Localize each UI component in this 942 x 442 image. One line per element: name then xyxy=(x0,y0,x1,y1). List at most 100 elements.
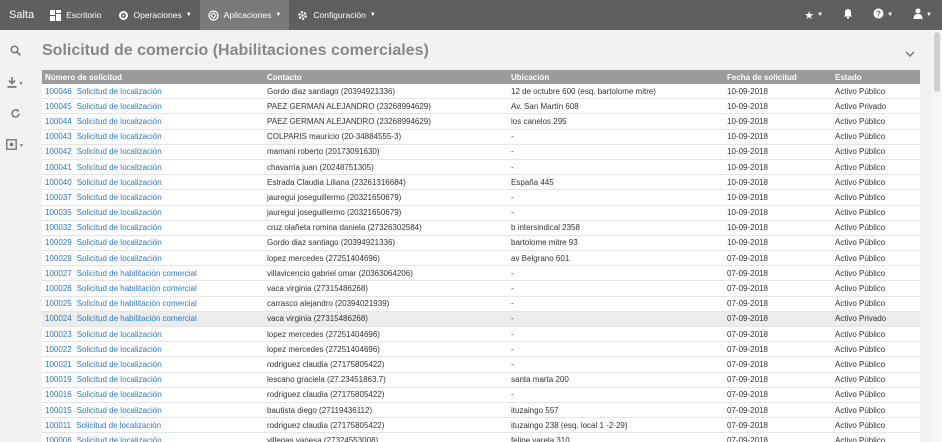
request-link[interactable]: 100022 Solicitud de localización xyxy=(42,345,264,354)
table-row[interactable]: 100045 Solicitud de localización PAEZ GERM… xyxy=(42,99,920,115)
request-type[interactable]: Solicitud de localización xyxy=(77,360,162,369)
request-link[interactable]: 100015 Solicitud de localización xyxy=(42,406,264,415)
request-link[interactable]: 100029 Solicitud de localización xyxy=(42,238,264,247)
table-row[interactable]: 100025 Solicitud de habilitación comercia… xyxy=(42,296,920,312)
request-type[interactable]: Solicitud de localización xyxy=(77,178,162,187)
request-type[interactable]: Solicitud de localización xyxy=(77,406,162,415)
request-number[interactable]: 100029 xyxy=(45,238,72,247)
table-row[interactable]: 100037 Solicitud de localización jauregui … xyxy=(42,190,920,206)
request-link[interactable]: 100025 Solicitud de habilitación comercia… xyxy=(42,299,264,308)
request-link[interactable]: 100028 Solicitud de localización xyxy=(42,254,264,263)
request-number[interactable]: 100040 xyxy=(45,178,72,187)
request-number[interactable]: 100015 xyxy=(45,406,72,415)
table-row[interactable]: 100021 Solicitud de localización rodriguez… xyxy=(42,357,920,373)
request-number[interactable]: 100041 xyxy=(45,163,72,172)
request-type[interactable]: Solicitud de localización xyxy=(77,208,162,217)
user-menu[interactable]: ▼ xyxy=(903,0,942,30)
brand-logo[interactable]: Salta xyxy=(0,9,42,21)
request-link[interactable]: 100045 Solicitud de localización xyxy=(42,102,264,111)
request-number[interactable]: 100046 xyxy=(45,87,72,96)
table-row[interactable]: 100046 Solicitud de localización Gordo dia… xyxy=(42,84,920,100)
table-row[interactable]: 100032 Solicitud de localización cruz olañ… xyxy=(42,220,920,236)
request-type[interactable]: Solicitud de localización xyxy=(77,254,162,263)
request-link[interactable]: 100042 Solicitud de localización xyxy=(42,147,264,156)
table-row[interactable]: 100043 Solicitud de localización COLPARIS … xyxy=(42,129,920,145)
table-row[interactable]: 100042 Solicitud de localización mamani ro… xyxy=(42,144,920,160)
request-number[interactable]: 100024 xyxy=(45,314,72,323)
collapse-toggle[interactable] xyxy=(904,48,916,60)
request-number[interactable]: 100025 xyxy=(45,299,72,308)
table-row[interactable]: 100027 Solicitud de habilitación comercia… xyxy=(42,266,920,282)
table-row[interactable]: 100028 Solicitud de localización lopez mer… xyxy=(42,251,920,267)
request-link[interactable]: 100046 Solicitud de localización xyxy=(42,87,264,96)
request-link[interactable]: 100021 Solicitud de localización xyxy=(42,360,264,369)
request-link[interactable]: 100041 Solicitud de localización xyxy=(42,163,264,172)
request-type[interactable]: Solicitud de localización xyxy=(77,390,162,399)
request-number[interactable]: 100019 xyxy=(45,375,72,384)
table-row[interactable]: 100035 Solicitud de localización jauregui … xyxy=(42,205,920,221)
request-link[interactable]: 100006 Solicitud de localización xyxy=(42,436,264,442)
table-row[interactable]: 100011 Solicitud de localización rodriguez… xyxy=(42,418,920,434)
nav-operaciones[interactable]: Operaciones ▼ xyxy=(110,0,200,30)
request-number[interactable]: 100032 xyxy=(45,223,72,232)
request-type[interactable]: Solicitud de localización xyxy=(77,117,162,126)
request-link[interactable]: 100016 Solicitud de localización xyxy=(42,390,264,399)
table-row[interactable]: 100023 Solicitud de localización lopez mer… xyxy=(42,327,920,343)
request-link[interactable]: 100040 Solicitud de localización xyxy=(42,178,264,187)
request-type[interactable]: Solicitud de habilitación comercial xyxy=(77,269,197,278)
refresh-button[interactable] xyxy=(0,105,30,125)
table-row[interactable]: 100044 Solicitud de localización PAEZ GERM… xyxy=(42,114,920,130)
header-numero[interactable]: Número de solicitud xyxy=(42,73,264,82)
page-scrollbar[interactable] xyxy=(932,30,942,442)
request-type[interactable]: Solicitud de localización xyxy=(77,238,162,247)
table-row[interactable]: 100019 Solicitud de localización lescano g… xyxy=(42,372,920,388)
request-type[interactable]: Solicitud de habilitación comercial xyxy=(77,284,197,293)
request-link[interactable]: 100043 Solicitud de localización xyxy=(42,132,264,141)
request-number[interactable]: 100043 xyxy=(45,132,72,141)
request-number[interactable]: 100042 xyxy=(45,147,72,156)
request-link[interactable]: 100032 Solicitud de localización xyxy=(42,223,264,232)
notifications-button[interactable] xyxy=(833,0,863,30)
table-row[interactable]: 100024 Solicitud de habilitación comercia… xyxy=(42,311,920,327)
table-row[interactable]: 100029 Solicitud de localización Gordo dia… xyxy=(42,235,920,252)
request-link[interactable]: 100027 Solicitud de habilitación comercia… xyxy=(42,269,264,278)
request-type[interactable]: Solicitud de habilitación comercial xyxy=(77,299,197,308)
request-link[interactable]: 100024 Solicitud de habilitación comercia… xyxy=(42,314,264,323)
request-link[interactable]: 100019 Solicitud de localización xyxy=(42,375,264,384)
table-row[interactable]: 100026 Solicitud de habilitación comercia… xyxy=(42,281,920,297)
request-number[interactable]: 100026 xyxy=(45,284,72,293)
request-number[interactable]: 100027 xyxy=(45,269,72,278)
request-number[interactable]: 100028 xyxy=(45,254,72,263)
help-menu[interactable]: ? ▼ xyxy=(863,0,903,30)
request-type[interactable]: Solicitud de localización xyxy=(77,102,162,111)
request-type[interactable]: Solicitud de localización xyxy=(76,421,161,430)
request-type[interactable]: Solicitud de localización xyxy=(77,163,162,172)
nav-configuracion[interactable]: Configuración ▼ xyxy=(289,0,383,30)
request-type[interactable]: Solicitud de localización xyxy=(77,87,162,96)
request-number[interactable]: 100035 xyxy=(45,208,72,217)
request-type[interactable]: Solicitud de localización xyxy=(77,330,162,339)
table-row[interactable]: 100016 Solicitud de localización rodriguez… xyxy=(42,387,920,403)
request-link[interactable]: 100023 Solicitud de localización xyxy=(42,330,264,339)
table-row[interactable]: 100040 Solicitud de localización Estrada C… xyxy=(42,175,920,191)
request-link[interactable]: 100037 Solicitud de localización xyxy=(42,193,264,202)
header-contacto[interactable]: Contacto xyxy=(264,73,508,82)
request-number[interactable]: 100021 xyxy=(45,360,72,369)
request-type[interactable]: Solicitud de localización xyxy=(77,147,162,156)
header-ubicacion[interactable]: Ubicación xyxy=(508,73,724,82)
request-number[interactable]: 100023 xyxy=(45,330,72,339)
request-link[interactable]: 100026 Solicitud de habilitación comercia… xyxy=(42,284,264,293)
table-row[interactable]: 100015 Solicitud de localización bautista … xyxy=(42,402,920,419)
export-button[interactable]: ▼ xyxy=(0,136,30,156)
nav-aplicaciones[interactable]: Aplicaciones ▼ xyxy=(199,0,290,30)
request-type[interactable]: Solicitud de localización xyxy=(77,345,162,354)
request-number[interactable]: 100022 xyxy=(45,345,72,354)
request-number[interactable]: 100011 xyxy=(45,421,71,430)
request-number[interactable]: 100006 xyxy=(45,436,72,442)
nav-escritorio[interactable]: Escritorio xyxy=(42,0,109,30)
request-link[interactable]: 100011 Solicitud de localización xyxy=(42,421,264,430)
request-type[interactable]: Solicitud de localización xyxy=(77,132,162,141)
request-type[interactable]: Solicitud de localización xyxy=(77,193,162,202)
scrollbar-thumb[interactable] xyxy=(934,32,940,92)
request-number[interactable]: 100044 xyxy=(45,117,72,126)
